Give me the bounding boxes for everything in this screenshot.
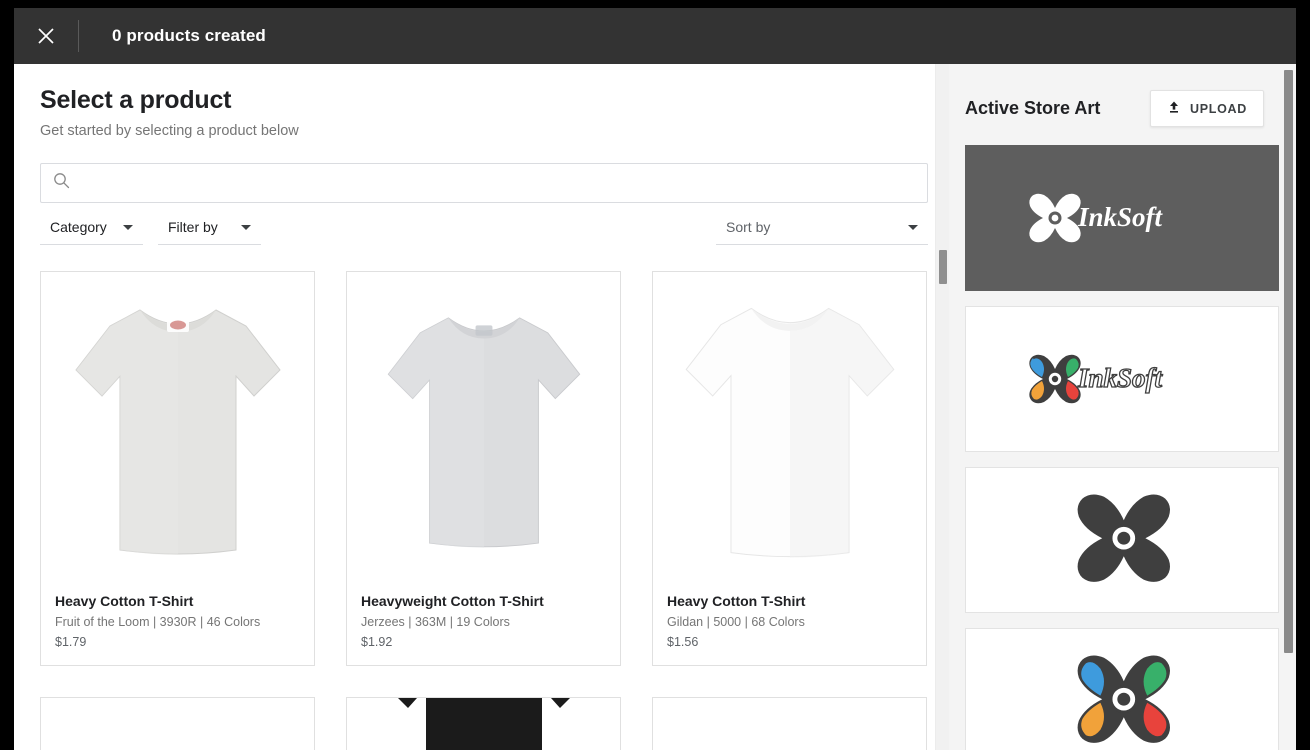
scrollbar-thumb[interactable] (1284, 70, 1293, 653)
product-card[interactable]: Heavy Cotton T-Shirt Gildan | 5000 | 68 … (652, 271, 927, 666)
store-art-list: InkSoft InkSoft (965, 145, 1279, 750)
product-card[interactable]: Heavy Cotton T-Shirt Fruit of the Loom |… (40, 271, 315, 666)
search-box[interactable] (40, 163, 928, 203)
product-card[interactable] (40, 697, 315, 750)
store-art-tile[interactable] (965, 628, 1279, 750)
product-image (41, 272, 314, 587)
store-art-content: Active Store Art UPLOAD InkSoft InkSoft (949, 64, 1282, 750)
store-art-header: Active Store Art UPLOAD (965, 90, 1264, 127)
sort-by-dropdown-label: Sort by (726, 219, 771, 235)
product-name: Heavy Cotton T-Shirt (55, 593, 194, 609)
svg-text:InkSoft: InkSoft (1077, 202, 1164, 232)
product-meta: Fruit of the Loom | 3930R | 46 Colors (55, 615, 261, 629)
chevron-down-icon (241, 224, 251, 230)
store-art-tile[interactable] (965, 467, 1279, 613)
product-grid: Heavy Cotton T-Shirt Fruit of the Loom |… (40, 271, 940, 750)
upload-button[interactable]: UPLOAD (1150, 90, 1264, 127)
product-picker-panel: Select a product Get started by selectin… (14, 64, 949, 750)
body: Select a product Get started by selectin… (14, 64, 1296, 750)
product-name: Heavy Cotton T-Shirt (667, 593, 806, 609)
product-price: $1.92 (361, 635, 393, 649)
store-art-tile[interactable]: InkSoft (965, 145, 1279, 291)
product-image (653, 698, 926, 750)
product-info: Heavy Cotton T-Shirt Fruit of the Loom |… (41, 587, 314, 665)
search-icon (53, 172, 70, 194)
app-window: 0 products created Select a product Get … (14, 8, 1296, 750)
inksoft-mark-color-icon (1077, 655, 1170, 743)
sort-by-dropdown[interactable]: Sort by (716, 219, 928, 245)
product-list-scrollbar[interactable] (935, 64, 949, 750)
product-info: Heavyweight Cotton T-Shirt Jerzees | 363… (347, 587, 620, 665)
header-divider (78, 20, 79, 52)
product-image (41, 698, 314, 750)
store-art-tile[interactable]: InkSoft (965, 306, 1279, 452)
store-art-scrollbar[interactable] (1281, 64, 1296, 750)
chevron-down-icon (123, 224, 133, 230)
svg-text:InkSoft: InkSoft (1077, 363, 1164, 393)
scrollbar-thumb[interactable] (939, 250, 947, 284)
page-subtitle: Get started by selecting a product below (40, 123, 299, 139)
inksoft-logo-color-icon: InkSoft (1029, 354, 1164, 404)
close-icon (36, 26, 56, 46)
product-image (347, 272, 620, 587)
inksoft-mark-dark-icon (1077, 494, 1170, 582)
chevron-down-icon (908, 224, 918, 230)
upload-button-label: UPLOAD (1190, 101, 1247, 116)
products-created-status: 0 products created (112, 26, 266, 45)
product-name: Heavyweight Cotton T-Shirt (361, 593, 544, 609)
upload-icon (1167, 100, 1181, 117)
inksoft-logo-white-icon: InkSoft (1029, 193, 1164, 243)
product-card[interactable]: Heavyweight Cotton T-Shirt Jerzees | 363… (346, 271, 621, 666)
category-dropdown[interactable]: Category (40, 219, 143, 245)
product-price: $1.79 (55, 635, 87, 649)
page-title: Select a product (40, 86, 232, 114)
product-image (653, 272, 926, 587)
product-image (347, 698, 620, 750)
filter-bar: Category Filter by Sort by (40, 219, 928, 245)
product-picker-content: Select a product Get started by selectin… (14, 64, 949, 750)
product-meta: Gildan | 5000 | 68 Colors (667, 615, 805, 629)
product-card[interactable] (346, 697, 621, 750)
top-bar: 0 products created (14, 8, 1296, 64)
product-card[interactable] (652, 697, 927, 750)
product-price: $1.56 (667, 635, 699, 649)
product-info: Heavy Cotton T-Shirt Gildan | 5000 | 68 … (653, 587, 926, 665)
close-button[interactable] (14, 8, 78, 64)
search-input[interactable] (80, 174, 915, 192)
store-art-panel: Active Store Art UPLOAD InkSoft InkSoft (949, 64, 1296, 750)
filter-by-dropdown[interactable]: Filter by (158, 219, 261, 245)
category-dropdown-label: Category (50, 219, 107, 235)
filter-by-dropdown-label: Filter by (168, 219, 218, 235)
store-art-title: Active Store Art (965, 98, 1101, 118)
product-meta: Jerzees | 363M | 19 Colors (361, 615, 510, 629)
